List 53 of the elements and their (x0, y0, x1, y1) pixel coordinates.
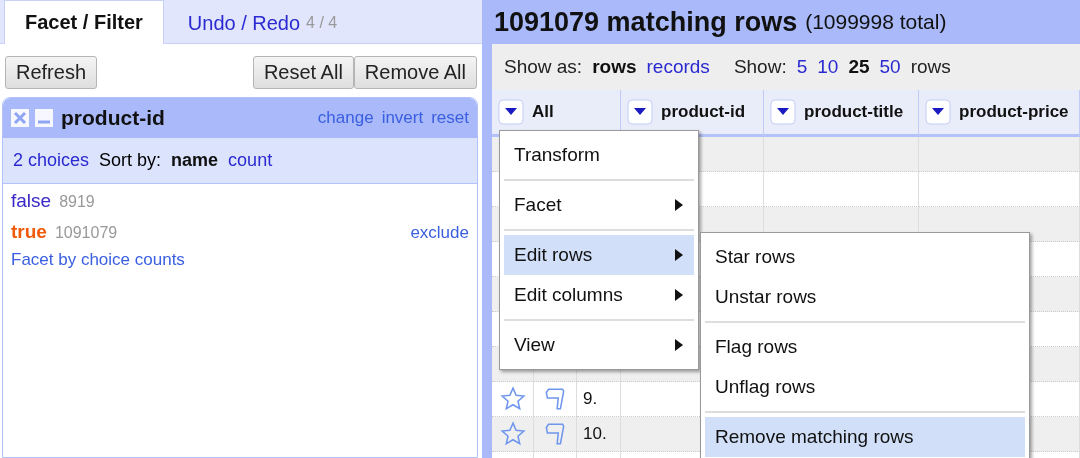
show-label: Show: (733, 56, 787, 78)
column-header[interactable]: product-id (621, 90, 764, 137)
menu-item[interactable]: Flag rows (705, 327, 1025, 367)
view-mode-link[interactable]: records (646, 56, 710, 78)
menu-item[interactable]: View (504, 325, 694, 365)
sort-option[interactable]: count (228, 150, 273, 171)
refresh-button[interactable]: Refresh (5, 56, 98, 89)
sort-option[interactable]: name (171, 150, 219, 171)
facet-by-counts-link[interactable]: Facet by choice counts (11, 250, 469, 270)
toolbar-button[interactable]: Reset All (252, 56, 354, 89)
toolbar-button[interactable]: Remove All (353, 56, 477, 89)
exclude-link[interactable]: exclude (410, 223, 469, 243)
dropdown-icon[interactable] (498, 99, 524, 125)
star-icon[interactable] (499, 386, 526, 412)
menu-item[interactable]: Unstar rows (705, 277, 1025, 317)
dropdown-icon[interactable] (770, 99, 796, 125)
view-mode-link[interactable]: rows (592, 56, 637, 78)
sort-label: Sort by: (99, 150, 162, 171)
minimize-icon[interactable] (35, 109, 53, 127)
dropdown-icon[interactable] (627, 99, 653, 125)
tab-count: 4 / 4 (306, 14, 338, 32)
menu-item[interactable]: Remove matching rows (705, 417, 1025, 457)
menu-item[interactable]: Edit rows (504, 235, 694, 275)
close-icon[interactable] (11, 109, 29, 127)
facet-title: product-id (61, 106, 165, 130)
submenu-arrow-icon (674, 248, 684, 262)
menu-item[interactable]: Facet (504, 185, 694, 225)
tab[interactable]: Undo / Redo 4 / 4 (167, 3, 358, 43)
choice-count: 1091079 (54, 224, 118, 242)
menu-item[interactable]: Star rows (705, 237, 1025, 277)
page-size-link[interactable]: 25 (848, 56, 870, 78)
column-header[interactable]: product-title (764, 90, 919, 137)
submenu-arrow-icon (674, 198, 684, 212)
dropdown-icon[interactable] (925, 99, 951, 125)
menu-item[interactable]: Unflag rows (705, 367, 1025, 407)
rows-label: rows (910, 56, 951, 78)
page-size-link[interactable]: 5 (796, 56, 808, 78)
total-rows-count: (1099998 total) (805, 10, 947, 34)
star-icon[interactable] (499, 421, 526, 447)
submenu-arrow-icon (674, 338, 684, 352)
matching-rows-count: 1091079 matching rows (494, 6, 798, 38)
page-size-link[interactable]: 50 (879, 56, 901, 78)
menu-item[interactable]: Edit columns (504, 275, 694, 315)
page-size-link[interactable]: 10 (817, 56, 839, 78)
choice-count: 8919 (59, 193, 95, 211)
submenu-arrow-icon (674, 288, 684, 302)
show-as-label: Show as: (504, 56, 583, 78)
menu-item[interactable]: Transform (504, 135, 694, 175)
tab[interactable]: Facet / Filter (4, 0, 164, 44)
choice-link[interactable]: false (11, 190, 52, 212)
row-number: 10. (577, 417, 621, 452)
column-header[interactable]: product-price (919, 90, 1080, 137)
choices-count-link[interactable]: 2 choices (13, 150, 90, 171)
